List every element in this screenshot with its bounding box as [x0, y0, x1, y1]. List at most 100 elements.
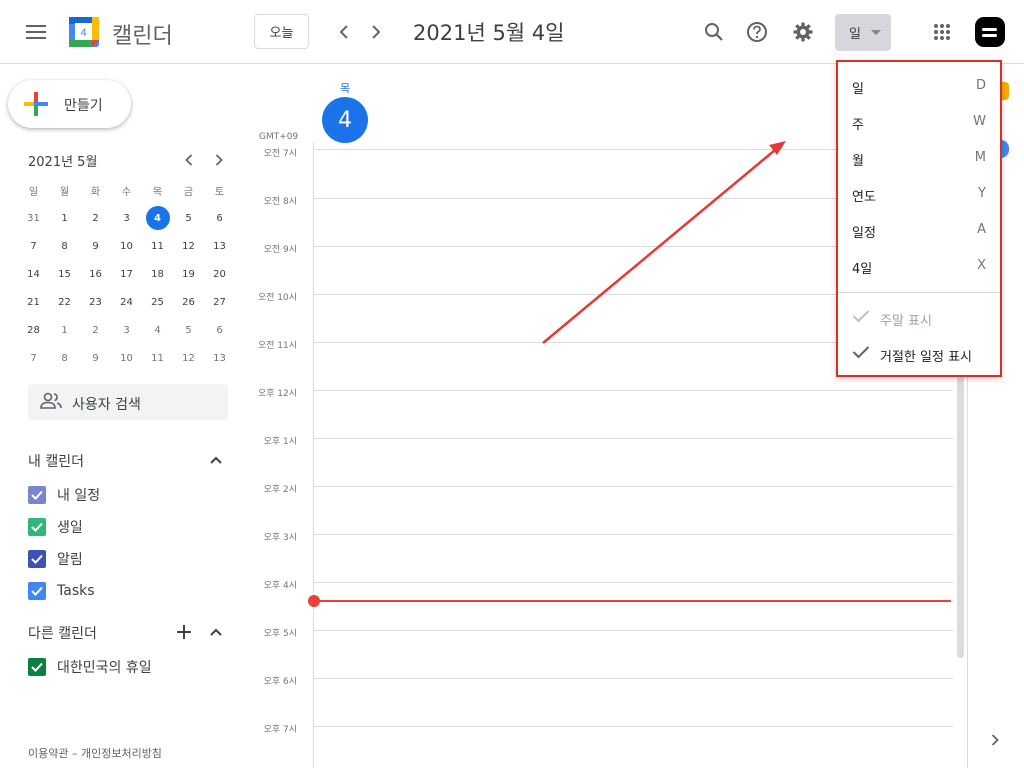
show-side-panel-button[interactable] [985, 730, 1005, 750]
mini-day[interactable]: 27 [204, 288, 235, 316]
mini-day[interactable]: 20 [204, 260, 235, 288]
help-button[interactable] [741, 16, 773, 48]
menu-icon [26, 25, 46, 39]
mini-day[interactable]: 16 [80, 260, 111, 288]
mini-day[interactable]: 25 [142, 288, 173, 316]
tasks-addon-icon[interactable] [1001, 140, 1009, 158]
mini-day[interactable]: 12 [173, 344, 204, 372]
grid-scrollbar[interactable] [957, 370, 964, 658]
mini-day[interactable]: 18 [142, 260, 173, 288]
hour-line [313, 630, 953, 631]
main-menu-button[interactable] [18, 14, 54, 50]
view-menu-item-year[interactable]: 연도 Y [838, 176, 1000, 212]
mini-day[interactable]: 5 [173, 316, 204, 344]
calendar-item[interactable]: 대한민국의 휴일 [28, 656, 152, 678]
timezone-label: GMT+09 [259, 132, 299, 142]
mini-day[interactable]: 8 [49, 232, 80, 260]
calendar-item[interactable]: 알림 [28, 548, 83, 570]
today-button[interactable]: 오늘 [254, 14, 309, 49]
add-calendar-button[interactable] [174, 622, 194, 642]
calendar-item[interactable]: 생일 [28, 516, 83, 538]
mini-day[interactable]: 28 [18, 316, 49, 344]
next-day-button[interactable] [360, 16, 392, 48]
mini-day[interactable]: 6 [204, 204, 235, 232]
show-declined-option[interactable]: 거절한 일정 표시 [838, 336, 1000, 372]
hour-line [313, 438, 953, 439]
chevron-up-icon [210, 456, 222, 464]
mini-day[interactable]: 24 [111, 288, 142, 316]
checkbox-checked-icon[interactable] [28, 518, 46, 536]
hour-line [313, 486, 953, 487]
mini-day[interactable]: 10 [111, 232, 142, 260]
view-menu-item-day[interactable]: 일 D [838, 68, 1000, 104]
mini-day[interactable]: 4 [142, 316, 173, 344]
terms-privacy-links[interactable]: 이용약관 – 개인정보처리방침 [28, 745, 162, 761]
mini-day[interactable]: 21 [18, 288, 49, 316]
mini-day[interactable]: 11 [142, 232, 173, 260]
apps-button[interactable] [926, 16, 958, 48]
view-menu-item-4days[interactable]: 4일 X [838, 248, 1000, 284]
mini-day[interactable]: 13 [204, 232, 235, 260]
mini-day[interactable]: 26 [173, 288, 204, 316]
show-weekends-option[interactable]: 주말 표시 [838, 300, 1000, 336]
search-people-input[interactable]: 사용자 검색 [28, 384, 228, 420]
mini-day[interactable]: 1 [49, 204, 80, 232]
mini-day[interactable]: 31 [18, 204, 49, 232]
mini-day[interactable]: 2 [80, 204, 111, 232]
mini-day[interactable]: 3 [111, 316, 142, 344]
mini-day[interactable]: 9 [80, 232, 111, 260]
other-calendars-collapse-button[interactable] [206, 622, 226, 642]
mini-day[interactable]: 6 [204, 316, 235, 344]
calendar-item[interactable]: 내 일정 [28, 484, 100, 506]
view-switcher-button[interactable]: 일 [835, 14, 891, 51]
logo-day: 4 [80, 27, 86, 39]
view-menu-item-schedule[interactable]: 일정 A [838, 212, 1000, 248]
settings-button[interactable] [787, 16, 819, 48]
current-date-title: 2021년 5월 4일 [413, 21, 565, 45]
calendar-logo-icon: 4 [69, 17, 99, 47]
prev-day-button[interactable] [328, 16, 360, 48]
view-menu-item-label: 월 [852, 154, 864, 169]
calendar-item[interactable]: Tasks [28, 580, 95, 602]
caret-down-icon [870, 30, 881, 35]
view-menu-item-label: 주 [852, 118, 864, 133]
mini-day[interactable]: 15 [49, 260, 80, 288]
account-avatar[interactable] [975, 17, 1005, 47]
mini-day[interactable]: 11 [142, 344, 173, 372]
mini-day-selected[interactable]: 4 [142, 204, 173, 232]
checkbox-checked-icon[interactable] [28, 582, 46, 600]
hour-label: 오후 1시 [263, 437, 297, 447]
mini-next-month-button[interactable] [209, 150, 229, 170]
time-column-divider [313, 142, 314, 768]
mini-day[interactable]: 17 [111, 260, 142, 288]
view-menu-item-week[interactable]: 주 W [838, 104, 1000, 140]
mini-day[interactable]: 9 [80, 344, 111, 372]
mini-day[interactable]: 7 [18, 344, 49, 372]
hour-label: 오후 12시 [257, 389, 297, 399]
mini-day[interactable]: 13 [204, 344, 235, 372]
mini-prev-month-button[interactable] [179, 150, 199, 170]
view-menu-item-month[interactable]: 월 M [838, 140, 1000, 176]
mini-day[interactable]: 22 [49, 288, 80, 316]
checkbox-checked-icon[interactable] [28, 486, 46, 504]
mini-day[interactable]: 7 [18, 232, 49, 260]
create-button[interactable]: 만들기 [8, 80, 131, 128]
mini-day[interactable]: 1 [49, 316, 80, 344]
mini-day[interactable]: 10 [111, 344, 142, 372]
mini-day[interactable]: 2 [80, 316, 111, 344]
mini-day[interactable]: 3 [111, 204, 142, 232]
search-button[interactable] [698, 16, 730, 48]
mini-day[interactable]: 8 [49, 344, 80, 372]
keep-addon-icon[interactable] [1001, 82, 1009, 100]
mini-day[interactable]: 5 [173, 204, 204, 232]
mini-day[interactable]: 19 [173, 260, 204, 288]
create-label: 만들기 [64, 98, 103, 114]
mini-day[interactable]: 12 [173, 232, 204, 260]
checkbox-checked-icon[interactable] [28, 658, 46, 676]
my-calendars-collapse-button[interactable] [206, 450, 226, 470]
checkbox-checked-icon[interactable] [28, 550, 46, 568]
mini-day[interactable]: 23 [80, 288, 111, 316]
day-number-button[interactable]: 4 [322, 97, 368, 143]
mini-day[interactable]: 14 [18, 260, 49, 288]
weekday-label: 일 [28, 186, 39, 198]
